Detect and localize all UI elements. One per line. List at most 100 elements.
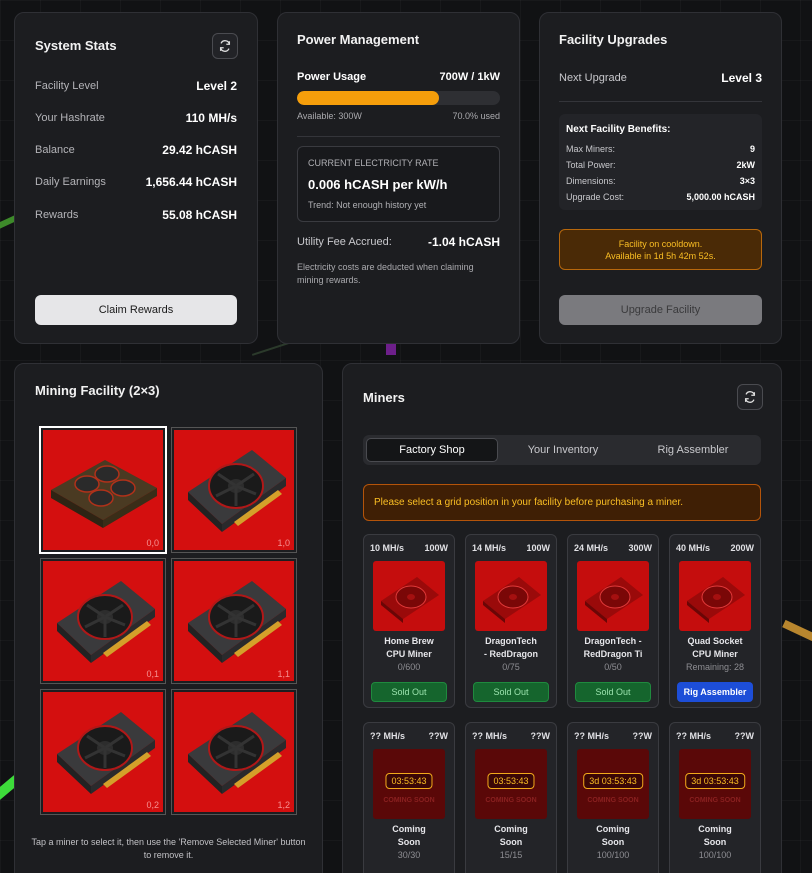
power-usage-label: Power Usage <box>297 71 367 83</box>
miner-coming-soon-card: ?? MH/s ??W 3d 03:53:43 COMING SOON Comi… <box>567 722 659 873</box>
miner-specs: 10 MH/s 100W <box>370 543 448 553</box>
stat-label: Rewards <box>35 209 79 221</box>
tab-factory-shop[interactable]: Factory Shop <box>366 438 498 462</box>
slot-index: 0,1 <box>146 669 159 679</box>
miner-specs: ?? MH/s ??W <box>472 731 550 741</box>
next-upgrade-row: Next Upgrade Level 3 <box>559 71 762 85</box>
facility-slot[interactable]: 1,0 <box>171 427 297 553</box>
miner-shop-card[interactable]: 10 MH/s 100W Home Brew CPU Miner 0/600 S… <box>363 534 455 708</box>
miner-hashrate: ?? MH/s <box>370 731 405 741</box>
miner-hashrate: ?? MH/s <box>472 731 507 741</box>
power-usage-bar <box>297 91 500 105</box>
miner-power: ??W <box>428 731 449 741</box>
miner-image <box>475 561 547 631</box>
miner-name-line: Soon <box>397 837 421 847</box>
miner-name: Home Brew CPU Miner <box>368 635 450 661</box>
facility-slot[interactable]: 0,2 <box>40 689 166 815</box>
benefit-row: Dimensions: 3×3 <box>566 176 755 186</box>
miner-product-icon <box>687 577 745 623</box>
utility-fee-value: -1.04 hCASH <box>427 235 500 249</box>
rate-heading: CURRENT ELECTRICITY RATE <box>308 158 439 168</box>
power-available: Available: 300W <box>297 111 362 121</box>
miner-specs: ?? MH/s ??W <box>574 731 652 741</box>
tab-your-inventory[interactable]: Your Inventory <box>498 438 628 462</box>
system-stats-title: System Stats <box>35 38 117 53</box>
miner-shop-card[interactable]: 40 MH/s 200W Quad Socket CPU Miner Remai… <box>669 534 761 708</box>
rate-value: 0.006 hCASH per kW/h <box>308 177 448 192</box>
power-usage-value: 700W / 1kW <box>439 71 500 83</box>
miner-hashrate: 24 MH/s <box>574 543 609 553</box>
stat-value: 55.08 hCASH <box>162 208 237 222</box>
miner-coming-soon-card: ?? MH/s ??W 03:53:43 COMING SOON Coming … <box>363 722 455 873</box>
miner-specs: 24 MH/s 300W <box>574 543 652 553</box>
benefit-key: Max Miners: <box>566 144 616 154</box>
miner-image-locked: 3d 03:53:43 COMING SOON <box>679 749 751 819</box>
sold-out-button[interactable]: Sold Out <box>473 682 549 702</box>
miner-stock: 100/100 <box>596 850 630 860</box>
miner-power: 300W <box>628 543 652 553</box>
gpu-miner-icon <box>188 450 286 532</box>
sold-out-button[interactable]: Sold Out <box>371 682 447 702</box>
rig-assembler-button[interactable]: Rig Assembler <box>677 682 753 702</box>
miner-image <box>373 561 445 631</box>
facility-slot[interactable]: 0,1 <box>40 558 166 684</box>
stat-value: 1,656.44 hCASH <box>145 175 237 189</box>
power-title: Power Management <box>297 32 420 47</box>
benefit-row: Upgrade Cost: 5,000.00 hCASH <box>566 192 755 202</box>
miner-specs: ?? MH/s ??W <box>676 731 754 741</box>
miner-specs: 40 MH/s 200W <box>676 543 754 553</box>
stat-label: Your Hashrate <box>35 112 105 124</box>
facility-slot[interactable]: 0,0 <box>39 426 167 554</box>
divider <box>297 136 500 137</box>
coming-soon-watermark: COMING SOON <box>689 797 741 804</box>
facility-hint: Tap a miner to select it, then use the '… <box>31 837 306 860</box>
upgrade-facility-button[interactable]: Upgrade Facility <box>559 295 762 325</box>
miner-shop-card[interactable]: 24 MH/s 300W DragonTech - RedDragon Ti 0… <box>567 534 659 708</box>
miner-product-icon <box>381 577 439 623</box>
gpu-miner-icon <box>188 581 286 663</box>
claim-rewards-button[interactable]: Claim Rewards <box>35 295 237 325</box>
miner-power: ??W <box>530 731 551 741</box>
stat-value: 110 MH/s <box>185 111 237 125</box>
stat-row-hashrate: Your Hashrate 110 MH/s <box>35 111 237 125</box>
release-countdown: 3d 03:53:43 <box>583 773 643 789</box>
miner-name-line: Coming <box>596 824 630 834</box>
slot-index: 1,2 <box>277 800 290 810</box>
miner-image-locked: 03:53:43 COMING SOON <box>475 749 547 819</box>
benefit-row: Total Power: 2kW <box>566 160 755 170</box>
power-management-card: Power Management Power Usage 700W / 1kW … <box>277 12 520 344</box>
sold-out-button[interactable]: Sold Out <box>575 682 651 702</box>
miner-power: 100W <box>424 543 448 553</box>
stat-row-rewards: Rewards 55.08 hCASH <box>35 208 237 222</box>
miner-power: ??W <box>632 731 653 741</box>
miner-stock: 0/600 <box>397 662 421 672</box>
miner-product-icon <box>585 577 643 623</box>
miner-name-line: Coming <box>494 824 528 834</box>
stat-label: Balance <box>35 144 75 156</box>
system-stats-card: System Stats Facility Level Level 2 Your… <box>14 12 258 344</box>
tab-rig-assembler[interactable]: Rig Assembler <box>628 438 758 462</box>
miner-coming-soon-card: ?? MH/s ??W 3d 03:53:43 COMING SOON Comi… <box>669 722 761 873</box>
miner-name-line: Soon <box>499 837 523 847</box>
gpu-miner-icon <box>188 712 286 794</box>
facility-upgrades-card: Facility Upgrades Next Upgrade Level 3 N… <box>539 12 782 344</box>
refresh-stats-button[interactable] <box>212 33 238 59</box>
miner-name: DragonTech - RedDragon Ti <box>572 635 654 661</box>
benefit-value: 3×3 <box>739 176 755 186</box>
miner-shop-card[interactable]: 14 MH/s 100W DragonTech - RedDragon 0/75… <box>465 534 557 708</box>
miner-stock: Remaining: 28 <box>685 662 745 672</box>
slot-index: 0,0 <box>146 538 159 548</box>
miner-coming-soon-card: ?? MH/s ??W 03:53:43 COMING SOON Coming … <box>465 722 557 873</box>
miner-stock: 0/75 <box>502 662 520 672</box>
miner-name: Coming Soon <box>572 823 654 849</box>
refresh-icon <box>744 391 756 403</box>
facility-title: Mining Facility (2×3) <box>35 383 160 398</box>
facility-slot[interactable]: 1,2 <box>171 689 297 815</box>
refresh-miners-button[interactable] <box>737 384 763 410</box>
benefit-value: 9 <box>749 144 755 154</box>
benefit-key: Upgrade Cost: <box>566 192 625 202</box>
coming-soon-watermark: COMING SOON <box>383 797 435 804</box>
miners-card: Miners Factory Shop Your Inventory Rig A… <box>342 363 782 873</box>
facility-slot[interactable]: 1,1 <box>171 558 297 684</box>
upgrades-title: Facility Upgrades <box>559 32 668 47</box>
